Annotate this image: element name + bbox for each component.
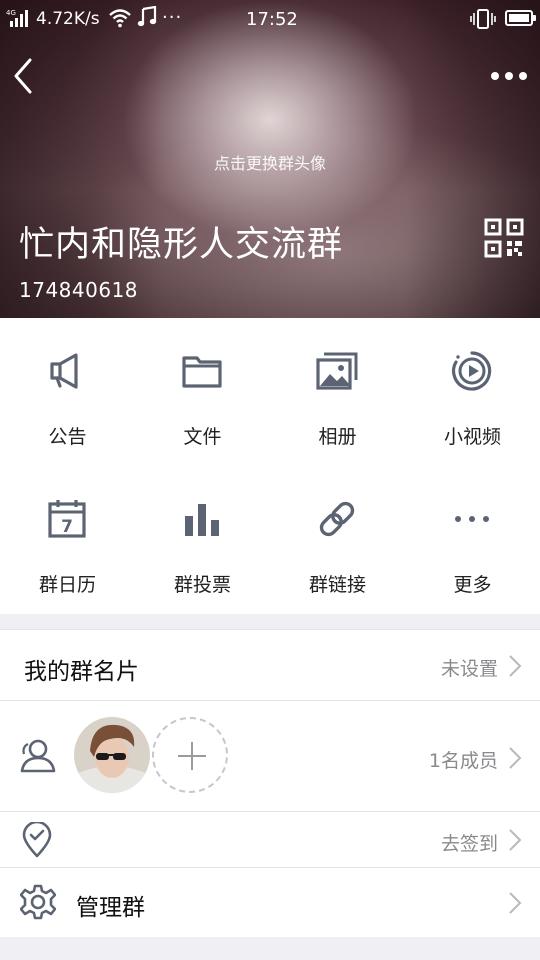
music-icon — [137, 6, 157, 27]
grid-label: 群投票 — [173, 574, 231, 596]
row-manage-group[interactable]: 管理群 — [0, 868, 540, 937]
grid-label: 小视频 — [443, 426, 501, 448]
back-icon[interactable] — [8, 56, 42, 96]
more-icon[interactable] — [486, 62, 532, 90]
net-speed: 4.72K/s — [36, 9, 100, 29]
change-avatar-link[interactable]: 点击更换群头像 — [0, 150, 540, 174]
grid-item-poll[interactable]: 群投票 — [135, 466, 270, 614]
grid-label: 文件 — [183, 426, 222, 448]
grid-item-announcement[interactable]: 公告 — [0, 318, 135, 466]
members-icon — [20, 739, 56, 773]
row-my-group-card[interactable]: 我的群名片 未设置 — [0, 629, 540, 701]
chevron-right-icon — [509, 892, 522, 914]
grid-item-files[interactable]: 文件 — [135, 318, 270, 466]
avatar-image — [74, 717, 150, 793]
calendar-icon: 7 — [48, 500, 86, 538]
group-id: 174840618 — [19, 278, 139, 302]
add-member-button[interactable] — [152, 717, 228, 793]
group-profile-page: 4G 4.72K/s ··· 17:52 点击更换群头像 忙内和隐形人交流群 1… — [0, 0, 540, 960]
grid-label: 群链接 — [308, 574, 366, 596]
row-title: 我的群名片 — [24, 659, 139, 685]
grid-label: 公告 — [48, 426, 87, 448]
checkin-label: 去签到 — [440, 833, 498, 855]
chevron-right-icon — [509, 655, 522, 677]
gear-icon — [20, 884, 56, 920]
megaphone-icon — [50, 353, 78, 389]
feature-grid: 公告 文件 相册 小视频 7 群日历 群投票 群链接 更多 — [0, 318, 540, 614]
grid-label: 更多 — [453, 574, 492, 596]
member-avatar[interactable] — [74, 717, 150, 793]
signal-icon: 4G — [6, 9, 28, 27]
battery-icon — [505, 10, 536, 26]
row-title: 管理群 — [76, 895, 145, 921]
grid-item-album[interactable]: 相册 — [270, 318, 405, 466]
grid-item-more[interactable]: 更多 — [405, 466, 540, 614]
row-value: 未设置 — [440, 658, 498, 680]
qr-code-icon[interactable] — [484, 218, 524, 258]
clock: 17:52 — [246, 9, 298, 30]
grid-item-calendar[interactable]: 7 群日历 — [0, 466, 135, 614]
more-dots-icon — [455, 516, 489, 522]
net-type-label: 4G — [6, 9, 16, 17]
poll-icon — [185, 504, 219, 536]
status-bar: 4G 4.72K/s ··· 17:52 — [0, 0, 540, 40]
grid-label: 相册 — [318, 426, 357, 448]
calendar-day: 7 — [61, 517, 73, 537]
grid-item-short-video[interactable]: 小视频 — [405, 318, 540, 466]
row-members[interactable]: 1名成员 — [0, 701, 540, 812]
album-icon — [316, 352, 358, 390]
folder-icon — [182, 356, 222, 388]
grid-item-link[interactable]: 群链接 — [270, 466, 405, 614]
wifi-icon — [109, 9, 131, 28]
location-check-icon — [22, 822, 52, 858]
vibrate-icon — [470, 9, 496, 29]
notification-dots: ··· — [162, 7, 183, 28]
grid-label: 群日历 — [38, 574, 96, 596]
row-checkin[interactable]: 去签到 — [0, 812, 540, 868]
member-count: 1名成员 — [428, 750, 498, 772]
group-name: 忙内和隐形人交流群 — [19, 225, 344, 265]
group-header[interactable]: 4G 4.72K/s ··· 17:52 点击更换群头像 忙内和隐形人交流群 1… — [0, 0, 540, 318]
chevron-right-icon — [509, 747, 522, 769]
chevron-right-icon — [509, 829, 522, 851]
video-icon — [452, 351, 492, 391]
link-icon — [319, 501, 355, 537]
